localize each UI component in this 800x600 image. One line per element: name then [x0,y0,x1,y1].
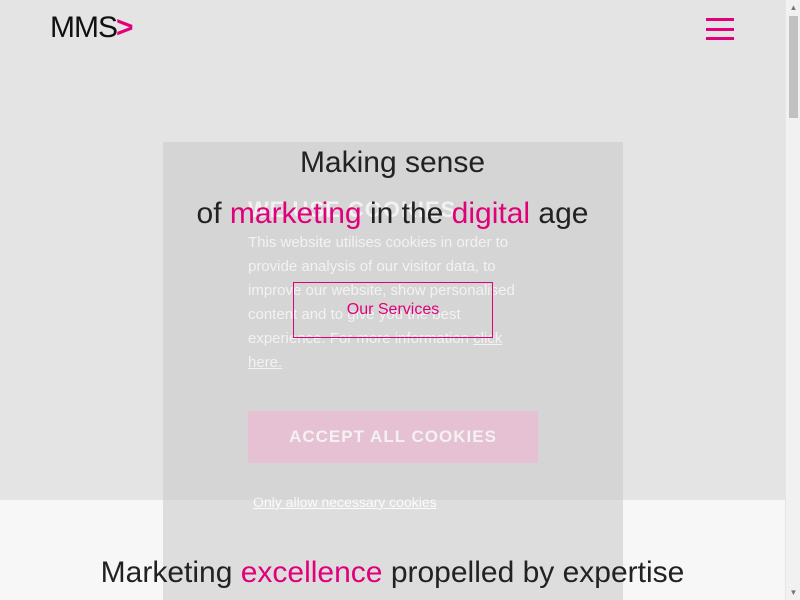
menu-bar [706,37,734,40]
hamburger-menu-icon[interactable] [706,18,734,40]
vertical-scrollbar[interactable]: ▲ ▼ [785,0,800,600]
hero-highlight: marketing [229,197,362,230]
section-text: propelled by expertise [382,556,685,589]
section-text: Marketing [100,556,241,589]
section-title: Marketing excellence propelled by expert… [0,556,785,590]
section-highlight: excellence [240,556,383,589]
hero-title-line2: of marketing in the digital age [0,197,785,231]
scroll-up-arrow-icon[interactable]: ▲ [786,0,800,15]
necessary-cookies-link[interactable]: Only allow necessary cookies [248,492,442,512]
hero-text: in the [361,197,452,230]
our-services-button[interactable]: Our Services [293,282,493,338]
hero-highlight: digital [451,197,531,230]
logo-text: MMS [50,11,118,44]
logo-chevron-icon: > [116,11,134,44]
accept-all-cookies-button[interactable]: ACCEPT ALL COOKIES [248,411,538,463]
menu-bar [706,27,734,31]
hero-text: of [196,197,230,230]
hero-title-line1: Making sense [299,146,486,179]
scrollbar-thumb[interactable] [789,16,798,118]
hero-text: age [530,197,589,230]
scroll-down-arrow-icon[interactable]: ▼ [786,585,800,600]
logo[interactable]: MMS > [50,11,134,44]
menu-bar [706,18,734,21]
